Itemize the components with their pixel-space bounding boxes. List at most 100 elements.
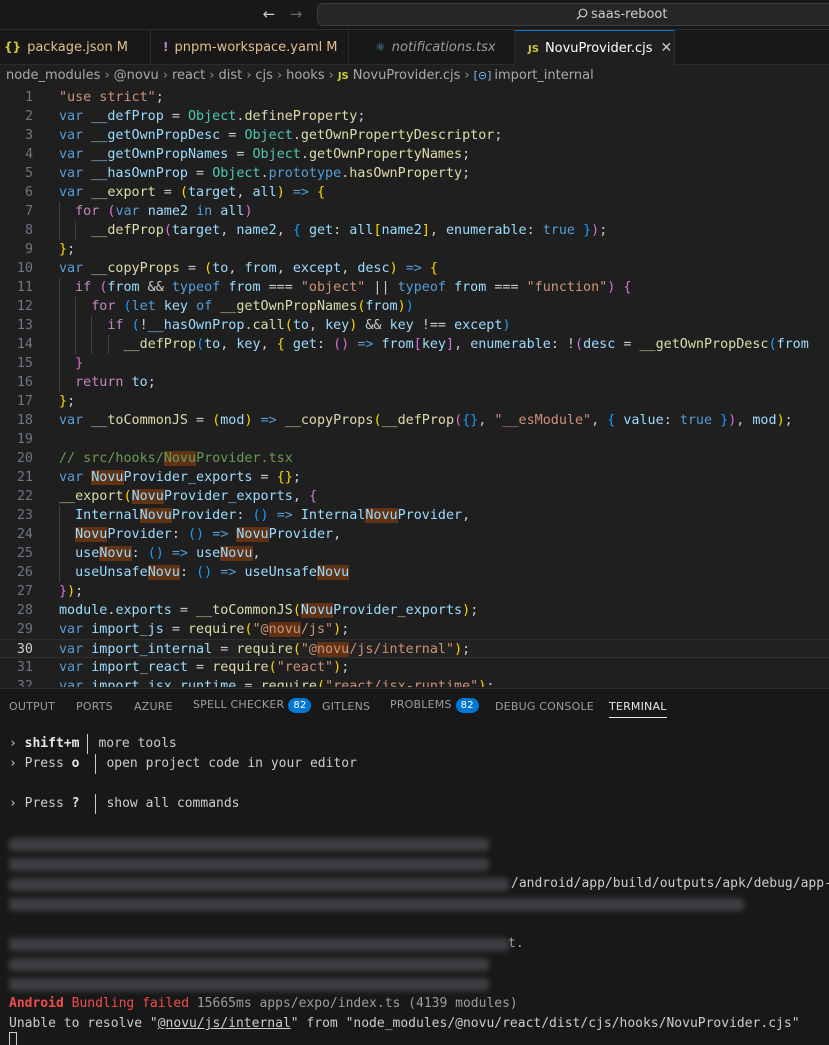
breadcrumb-item[interactable]: NovuProvider.cjs xyxy=(353,68,461,83)
line-number: 10 xyxy=(16,261,33,276)
code-line: 23 InternalNovuProvider: () => InternalN… xyxy=(0,506,829,525)
title-bar: ← → saas-reboot xyxy=(0,0,829,30)
resolve-suffix: " from "node_modules/@novu/react/dist/cj… xyxy=(290,1016,800,1031)
chevron-right-icon: › xyxy=(246,68,252,83)
chevron-right-icon: › xyxy=(104,68,110,83)
tab-package-json[interactable]: {} package.json M xyxy=(0,30,151,65)
tab-notifications[interactable]: ⚛ notifications.tsx xyxy=(349,30,515,65)
code-line: 26 useUnsafeNovu: () => useUnsafeNovu xyxy=(0,563,829,582)
chevron-right-icon: › xyxy=(328,68,334,83)
code-line: 28 module.exports = __toCommonJS(NovuProv… xyxy=(0,601,829,620)
tab-problems[interactable]: PROBLEMS 82 xyxy=(390,698,479,713)
menu-key: o xyxy=(71,756,80,771)
breadcrumb-item[interactable]: dist xyxy=(218,68,242,83)
forward-arrow-icon[interactable]: → xyxy=(286,4,306,24)
line-number: 9 xyxy=(24,242,33,257)
search-text: saas-reboot xyxy=(591,7,668,22)
menu-desc: open project code in your editor xyxy=(106,756,357,771)
code-line: 16 return to; xyxy=(0,373,829,392)
tab-azure[interactable]: AZURE xyxy=(134,700,173,713)
code-editor[interactable]: 1 "use strict"; 2 var __defProp = Object.d… xyxy=(0,88,829,687)
error-platform: Android xyxy=(9,996,64,1011)
line-number: 21 xyxy=(16,470,33,485)
line-number: 28 xyxy=(16,603,33,618)
code-line: 9}; xyxy=(0,240,829,259)
terminal-partial-text: t. xyxy=(508,936,524,951)
line-number: 18 xyxy=(16,413,33,428)
line-number: 30 xyxy=(16,642,33,657)
resolve-module: @novu/js/internal xyxy=(157,1016,291,1031)
tab-ports[interactable]: PORTS xyxy=(76,700,113,713)
code-line: 12 for (let key of __getOwnPropNames(fro… xyxy=(0,297,829,316)
command-center-search[interactable]: saas-reboot xyxy=(317,3,829,26)
line-number: 22 xyxy=(16,489,33,504)
code-line: 31 var import_react = require("react"); xyxy=(0,658,829,677)
line-number: 16 xyxy=(16,375,33,390)
redacted-text xyxy=(9,958,489,971)
line-number: 1 xyxy=(24,90,33,105)
line-number: 3 xyxy=(24,128,33,143)
menu-prefix: › xyxy=(9,736,25,751)
tab-spell-checker[interactable]: SPELL CHECKER 82 xyxy=(193,698,312,713)
line-number: 13 xyxy=(16,318,33,333)
tab-label: notifications.tsx xyxy=(391,40,496,55)
redacted-text xyxy=(9,978,489,991)
menu-key: ? xyxy=(71,796,80,811)
variable-symbol-icon: [⊝] xyxy=(473,69,492,82)
chevron-right-icon: › xyxy=(209,68,215,83)
code-line: 21 var NovuProvider_exports = {}; xyxy=(0,468,829,487)
code-line: 5 var __hasOwnProp = Object.prototype.has… xyxy=(0,164,829,183)
redacted-text xyxy=(9,858,489,871)
tab-label: pnpm-workspace.yaml xyxy=(174,40,323,55)
tab-terminal[interactable]: TERMINAL xyxy=(609,700,667,718)
line-number: 2 xyxy=(24,109,33,124)
code-line: 19 xyxy=(0,430,829,449)
terminal-cursor xyxy=(9,1032,17,1045)
chevron-right-icon: › xyxy=(464,68,470,83)
tab-debug-console[interactable]: DEBUG CONSOLE xyxy=(495,700,594,713)
modified-badge: M xyxy=(326,40,338,55)
close-icon[interactable]: ✕ xyxy=(661,31,673,66)
line-number: 24 xyxy=(16,527,33,542)
line-number: 5 xyxy=(24,166,33,181)
terminal[interactable]: › shift+m more tools › Press o open projec… xyxy=(0,723,829,1045)
breadcrumb-item[interactable]: @novu xyxy=(114,68,159,83)
yaml-file-icon: ! xyxy=(163,40,169,54)
breadcrumb-item[interactable]: node_modules xyxy=(6,68,100,83)
line-number: 7 xyxy=(24,204,33,219)
menu-prefix: › Press xyxy=(9,756,72,771)
code-line-current: 30 var import_internal = require("@novu/j… xyxy=(0,639,829,658)
tab-gitlens[interactable]: GITLENS xyxy=(322,700,370,713)
terminal-menu-line: › Press ? show all commands xyxy=(9,794,240,814)
line-number: 19 xyxy=(16,432,33,447)
back-arrow-icon[interactable]: ← xyxy=(259,4,279,24)
redacted-text xyxy=(9,898,744,911)
line-number: 29 xyxy=(16,622,33,637)
js-file-icon: JS xyxy=(528,44,539,55)
tab-pnpm-workspace[interactable]: ! pnpm-workspace.yaml M xyxy=(151,30,349,65)
code-line: 11 if (from && typeof from === "object" … xyxy=(0,278,829,297)
code-line: 27}); xyxy=(0,582,829,601)
line-number: 31 xyxy=(16,660,33,675)
panel-tab-bar: OUTPUT PORTS AZURE SPELL CHECKER 82 GITLE… xyxy=(0,688,829,723)
count-badge: 82 xyxy=(288,698,312,713)
editor-tabs: {} package.json M ! pnpm-workspace.yaml M ⚛ n… xyxy=(0,30,829,65)
chevron-right-icon: › xyxy=(162,68,168,83)
tab-output[interactable]: OUTPUT xyxy=(9,700,55,713)
breadcrumb-item[interactable]: react xyxy=(172,68,205,83)
line-number: 20 xyxy=(16,451,33,466)
breadcrumb-item[interactable]: cjs xyxy=(255,68,273,83)
tab-novu-provider[interactable]: JS NovuProvider.cjs ✕ xyxy=(515,30,675,65)
code-line: 14 __defProp(to, key, { get: () => from[… xyxy=(0,335,829,354)
code-line: 1 "use strict"; xyxy=(0,88,829,107)
breadcrumb-item[interactable]: import_internal xyxy=(494,68,593,83)
error-status: Bundling failed xyxy=(71,996,190,1011)
tab-label: PROBLEMS xyxy=(390,698,452,711)
code-line: 17}; xyxy=(0,392,829,411)
code-line: 32 var import_jsx_runtime = require("reac… xyxy=(0,677,829,687)
modified-badge: M xyxy=(116,40,128,55)
bundling-error-line: Android Bundling failed 15665ms apps/exp… xyxy=(9,994,518,1014)
breadcrumb-item[interactable]: hooks xyxy=(286,68,324,83)
tab-label: NovuProvider.cjs xyxy=(544,41,653,56)
code-line: 4 var __getOwnPropNames = Object.getOwnPr… xyxy=(0,145,829,164)
